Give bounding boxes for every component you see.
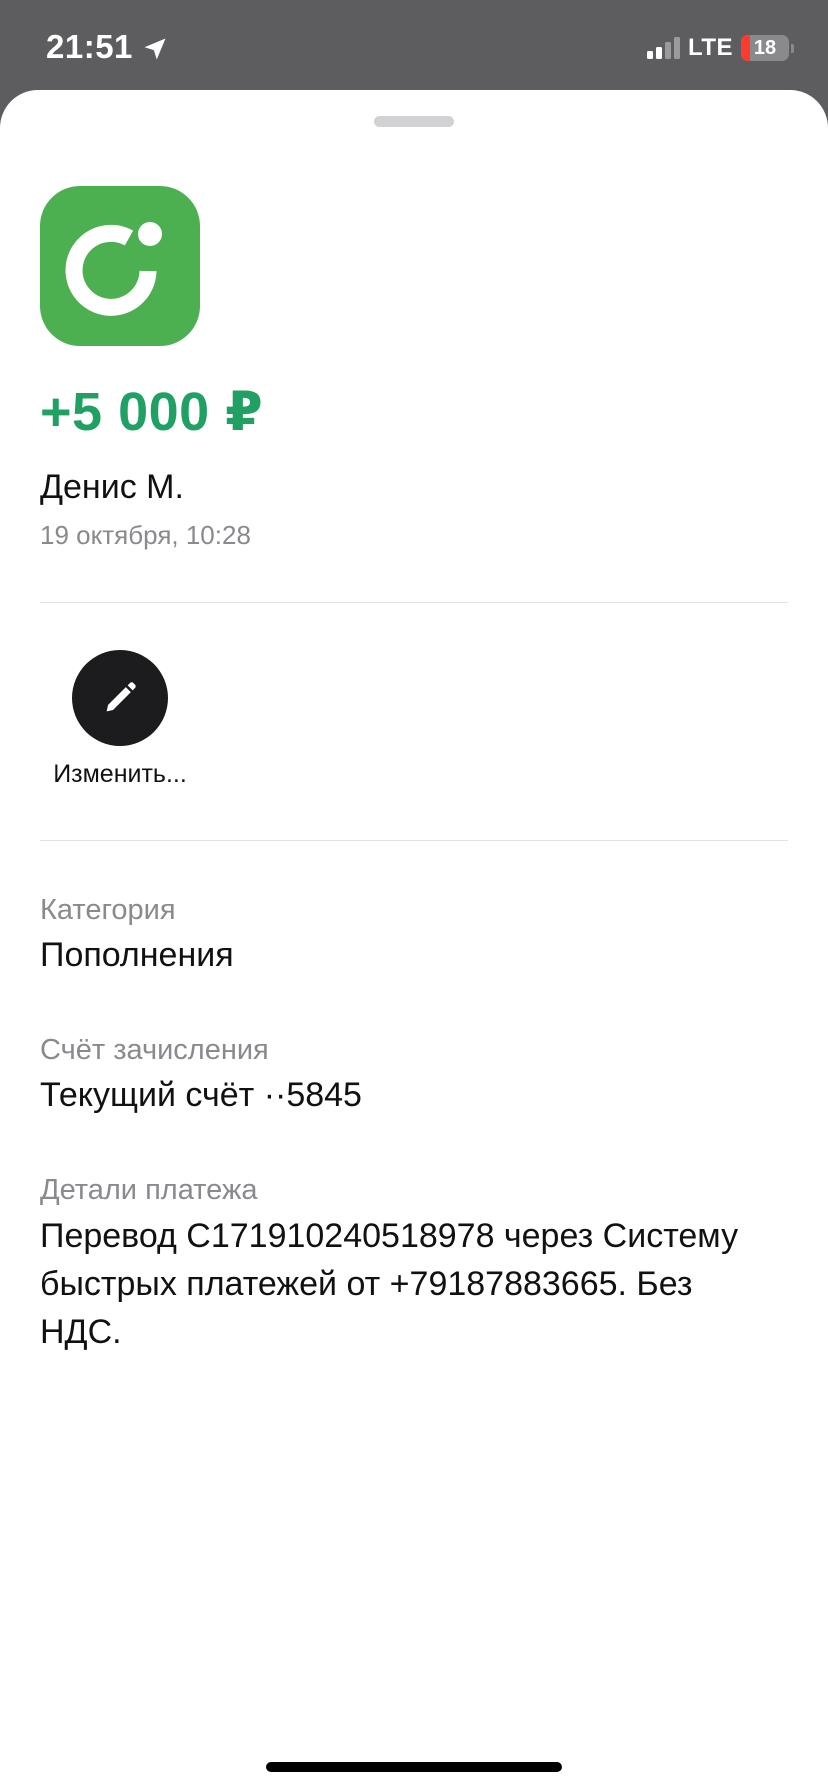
signal-bars-icon <box>646 37 680 59</box>
transaction-date: 19 октября, 10:28 <box>40 520 251 550</box>
battery-icon: 18 <box>741 35 789 61</box>
edit-button-label: Изменить... <box>53 760 187 788</box>
bank-logo-icon <box>40 186 200 346</box>
sender-name: Денис М. <box>40 468 184 506</box>
battery-level: 18 <box>753 36 777 59</box>
edit-button[interactable]: Изменить... <box>40 650 200 789</box>
divider <box>40 840 788 841</box>
location-arrow-icon <box>141 33 169 61</box>
status-time: 21:51 <box>46 28 169 66</box>
network-type: LTE <box>687 34 733 61</box>
status-bar: 21:51 LTE 18 <box>0 0 828 90</box>
battery-cap <box>791 43 794 53</box>
payment-details-value: Перевод C171910240518978 через Систему б… <box>40 1217 739 1351</box>
account-value: Текущий счёт ··5845 <box>40 1076 362 1114</box>
payment-details-label: Детали платежа <box>40 1174 258 1206</box>
category-value[interactable]: Пополнения <box>40 936 234 975</box>
divider <box>40 602 788 603</box>
transaction-details-sheet: +5 000 ₽ Денис М. 19 октября, 10:28 Изме… <box>0 90 828 1792</box>
sheet-grabber[interactable] <box>374 116 454 127</box>
status-time-text: 21:51 <box>46 28 133 65</box>
transaction-amount: +5 000 ₽ <box>40 382 264 442</box>
category-label: Категория <box>40 894 176 926</box>
account-label: Счёт зачисления <box>40 1034 269 1066</box>
home-indicator[interactable] <box>266 1762 562 1772</box>
status-indicators: LTE 18 <box>646 34 794 62</box>
edit-button-circle[interactable] <box>72 650 168 746</box>
pencil-icon <box>106 682 136 712</box>
